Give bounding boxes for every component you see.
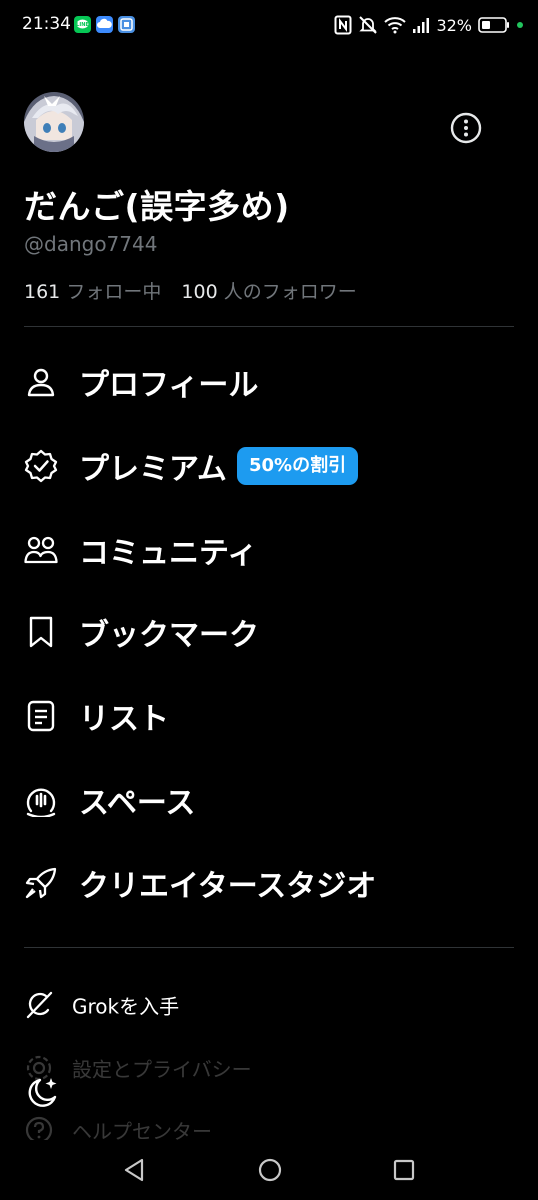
recents-button[interactable] — [390, 1156, 418, 1184]
follow-stats: 161 フォロー中 100 人のフォロワー — [24, 277, 357, 304]
menu-item-spaces[interactable]: スペース — [0, 770, 538, 830]
cloud-icon — [96, 16, 113, 33]
following-label: フォロー中 — [66, 281, 162, 303]
status-bar: 21:34 LINE 32% — [0, 0, 538, 50]
divider — [24, 947, 514, 948]
battery-icon — [478, 17, 509, 33]
menu-label-settings: 設定とプライバシー — [72, 1057, 252, 1082]
recents-square-icon — [393, 1159, 415, 1181]
menu-label-lists: リスト — [79, 702, 169, 737]
more-options-button[interactable] — [449, 111, 483, 145]
moon-icon — [28, 1078, 57, 1107]
line-icon: LINE — [74, 16, 91, 33]
wifi-icon — [384, 17, 407, 34]
menu-item-settings[interactable]: 設定とプライバシー — [0, 1046, 538, 1090]
grok-icon — [26, 991, 53, 1019]
home-button[interactable] — [256, 1156, 284, 1184]
list-icon — [27, 700, 55, 732]
menu-item-grok[interactable]: Grokを入手 — [0, 983, 538, 1027]
following-count: 161 — [24, 281, 61, 303]
system-nav-bar — [0, 1140, 538, 1200]
menu-item-communities[interactable]: コミュニティ — [0, 520, 538, 580]
following-link[interactable]: 161 フォロー中 — [24, 281, 161, 303]
menu-item-bookmarks[interactable]: ブックマーク — [0, 602, 538, 662]
followers-count: 100 — [181, 281, 218, 303]
signal-icon — [413, 18, 430, 33]
app-icon — [118, 16, 135, 33]
status-time: 21:34 — [22, 14, 71, 34]
menu-item-creator-studio[interactable]: クリエイタースタジオ — [0, 853, 538, 913]
menu-label-communities: コミュニティ — [79, 536, 258, 571]
followers-link[interactable]: 100 人のフォロワー — [181, 281, 356, 303]
rocket-icon — [25, 867, 57, 899]
menu-item-profile[interactable]: プロフィール — [0, 352, 538, 412]
charging-dot-icon — [517, 22, 523, 28]
bookmark-icon — [29, 616, 53, 648]
verified-badge-icon — [24, 449, 58, 483]
menu-label-profile: プロフィール — [79, 368, 259, 403]
menu-label-grok: Grokを入手 — [72, 994, 180, 1019]
more-vertical-icon — [450, 112, 482, 144]
avatar[interactable] — [24, 92, 84, 152]
back-triangle-icon — [124, 1158, 144, 1182]
battery-percent: 32% — [436, 15, 472, 35]
menu-item-lists[interactable]: リスト — [0, 686, 538, 746]
menu-label-premium: プレミアム — [79, 452, 227, 487]
theme-toggle-button[interactable] — [24, 1075, 60, 1111]
followers-label: 人のフォロワー — [223, 281, 357, 303]
mute-icon — [359, 16, 378, 34]
spaces-icon — [26, 788, 56, 817]
menu-label-spaces: スペース — [79, 786, 196, 821]
nfc-icon — [334, 15, 352, 35]
back-button[interactable] — [120, 1156, 148, 1184]
discount-badge[interactable]: 50%の割引 — [237, 447, 359, 485]
svg-text:LINE: LINE — [76, 22, 89, 28]
menu-label-creator-studio: クリエイタースタジオ — [79, 869, 377, 904]
menu-label-bookmarks: ブックマーク — [79, 618, 259, 653]
home-circle-icon — [258, 1158, 282, 1182]
person-icon — [27, 368, 55, 397]
display-name: だんご(誤字多め) — [24, 187, 290, 226]
communities-icon — [24, 536, 58, 564]
divider — [24, 326, 514, 327]
user-handle: @dango7744 — [24, 232, 158, 256]
